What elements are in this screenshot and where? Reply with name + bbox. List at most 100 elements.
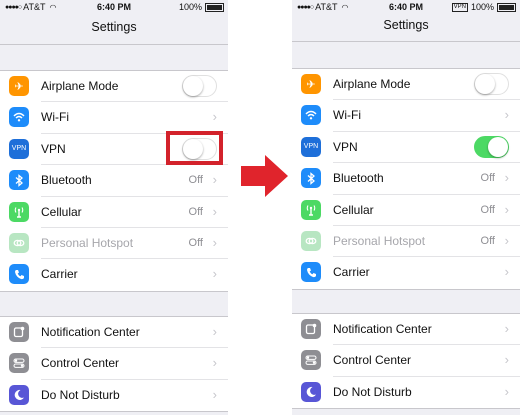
row-value: Off <box>480 172 495 185</box>
row-value: Off <box>188 236 203 249</box>
wifi-icon <box>301 105 321 126</box>
row-label: Bluetooth <box>41 173 92 188</box>
battery-percentage: 100% <box>470 2 494 12</box>
status-bar: ●●●●○ AT&T ◠ 6:40 PM 100% <box>0 0 228 14</box>
settings-row-control-center[interactable]: Control Center › <box>292 345 520 377</box>
battery-icon <box>205 2 224 12</box>
page-title: Settings <box>91 20 137 34</box>
settings-row-do-not-disturb[interactable]: Do Not Disturb › <box>292 377 520 408</box>
settings-group-system: Notification Center › Control Center › D… <box>0 316 228 413</box>
row-value: Off <box>480 203 495 216</box>
airplane-mode-toggle[interactable] <box>474 73 509 95</box>
hotspot-icon <box>301 230 321 251</box>
wifi-icon <box>9 107 29 128</box>
chevron-right-icon: › <box>212 355 217 371</box>
row-label: Wi-Fi <box>41 110 69 125</box>
cellular-icon <box>9 201 29 222</box>
row-label: Notification Center <box>333 322 432 336</box>
settings-row-control-center[interactable]: Control Center › <box>0 348 228 380</box>
row-label: Bluetooth <box>333 171 384 186</box>
chevron-right-icon: › <box>212 234 217 250</box>
settings-row-notification-center[interactable]: Notification Center › <box>0 317 228 349</box>
airplane-icon: ✈ <box>301 74 321 94</box>
row-label: Control Center <box>41 356 120 371</box>
battery-percentage: 100% <box>178 2 202 12</box>
row-label: Cellular <box>333 202 374 217</box>
toggle-knob <box>488 136 508 157</box>
settings-group-system: Notification Center › Control Center › D… <box>292 313 520 410</box>
divider <box>292 41 520 42</box>
vpn-icon: VPN <box>9 138 29 159</box>
settings-row-do-not-disturb[interactable]: Do Not Disturb › <box>0 380 228 411</box>
settings-group-connectivity: ✈ Airplane Mode Wi-Fi › VPN VPN Bluetoot… <box>0 70 228 292</box>
vpn-icon: VPN <box>301 136 321 157</box>
row-label: VPN <box>41 141 66 156</box>
chevron-right-icon: › <box>212 324 217 339</box>
chevron-right-icon: › <box>504 264 509 280</box>
row-label: Do Not Disturb <box>41 387 120 402</box>
control-center-icon <box>301 350 321 371</box>
chevron-right-icon: › <box>212 172 217 188</box>
moon-icon <box>301 381 321 402</box>
chevron-right-icon: › <box>212 109 217 125</box>
settings-row-notification-center[interactable]: Notification Center › <box>292 314 520 346</box>
bluetooth-icon <box>301 168 321 189</box>
airplane-icon: ✈ <box>9 76 29 96</box>
notification-center-icon <box>301 319 321 339</box>
row-label: Control Center <box>333 353 412 368</box>
settings-row-bluetooth[interactable]: Bluetooth Off › <box>0 165 228 197</box>
chevron-right-icon: › <box>504 170 509 186</box>
chevron-right-icon: › <box>504 201 509 217</box>
cellular-icon <box>301 199 321 220</box>
row-value: Off <box>480 234 495 247</box>
chevron-right-icon: › <box>504 107 509 123</box>
chevron-right-icon: › <box>504 232 509 248</box>
row-label: Airplane Mode <box>41 79 119 93</box>
row-label: Carrier <box>41 267 78 282</box>
row-label: VPN <box>333 139 358 154</box>
settings-row-personal-hotspot[interactable]: Personal Hotspot Off › <box>0 228 228 260</box>
page-title: Settings <box>383 18 429 32</box>
settings-row-bluetooth[interactable]: Bluetooth Off › <box>292 163 520 195</box>
vpn-toggle-highlight-box <box>166 131 223 165</box>
airplane-mode-toggle[interactable] <box>182 75 217 97</box>
row-value: Off <box>188 174 203 187</box>
settings-group-connectivity: ✈ Airplane Mode Wi-Fi › VPN VPN Bluetoot… <box>292 68 520 290</box>
settings-row-wifi[interactable]: Wi-Fi › <box>0 102 228 134</box>
chevron-right-icon: › <box>212 266 217 282</box>
settings-row-personal-hotspot[interactable]: Personal Hotspot Off › <box>292 226 520 258</box>
chevron-right-icon: › <box>504 321 509 336</box>
row-label: Personal Hotspot <box>333 233 426 248</box>
chevron-right-icon: › <box>212 203 217 219</box>
status-bar: ●●●●○ AT&T ◠ 6:40 PM VPN 100% <box>292 0 520 14</box>
settings-row-cellular[interactable]: Cellular Off › <box>0 197 228 228</box>
divider <box>0 44 228 45</box>
moon-icon <box>9 384 29 405</box>
row-label: Wi-Fi <box>333 108 361 123</box>
settings-row-carrier[interactable]: Carrier › <box>292 257 520 288</box>
settings-row-airplane-mode[interactable]: ✈ Airplane Mode <box>292 69 520 101</box>
settings-row-cellular[interactable]: Cellular Off › <box>292 195 520 226</box>
settings-row-wifi[interactable]: Wi-Fi › <box>292 100 520 132</box>
row-label: Airplane Mode <box>333 77 411 91</box>
chevron-right-icon: › <box>212 386 217 402</box>
row-label: Cellular <box>41 204 82 219</box>
chevron-right-icon: › <box>504 383 509 399</box>
control-center-icon <box>9 353 29 374</box>
chevron-right-icon: › <box>504 352 509 368</box>
vpn-status-badge: VPN <box>451 2 468 12</box>
settings-screen-after: ●●●●○ AT&T ◠ 6:40 PM VPN 100% Settings ✈… <box>292 0 520 415</box>
toggle-knob <box>475 74 495 94</box>
toggle-knob <box>183 76 203 96</box>
phone-icon <box>9 264 29 285</box>
settings-row-vpn[interactable]: VPN VPN <box>292 132 520 164</box>
row-label: Carrier <box>333 265 370 280</box>
settings-row-carrier[interactable]: Carrier › <box>0 259 228 290</box>
notification-center-icon <box>9 322 29 342</box>
row-value: Off <box>188 205 203 218</box>
settings-row-airplane-mode[interactable]: ✈ Airplane Mode <box>0 71 228 103</box>
row-label: Notification Center <box>41 325 140 339</box>
row-label: Do Not Disturb <box>333 384 412 399</box>
vpn-toggle[interactable] <box>474 135 509 158</box>
right-arrow-icon <box>241 155 288 197</box>
